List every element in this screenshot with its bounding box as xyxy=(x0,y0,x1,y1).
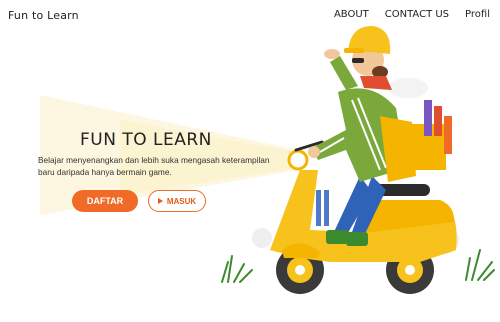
landing-page: Fun to Learn ABOUT CONTACT US Profil FUN… xyxy=(0,0,500,322)
play-icon xyxy=(157,198,163,204)
hero-title: FUN TO LEARN xyxy=(80,130,212,150)
hero-description: Belajar menyenangkan dan lebih suka meng… xyxy=(38,155,270,177)
nav-link-contact-us[interactable]: CONTACT US xyxy=(385,9,449,20)
hero-actions: DAFTAR MASUK xyxy=(72,190,288,212)
masuk-button[interactable]: MASUK xyxy=(148,190,206,212)
nav-link-about[interactable]: ABOUT xyxy=(334,9,369,20)
nav-link-profil[interactable]: Profil xyxy=(465,9,490,20)
hero-section: FUN TO LEARN Belajar menyenangkan dan le… xyxy=(38,130,288,212)
brand-logo[interactable]: Fun to Learn xyxy=(8,9,79,22)
masuk-button-label: MASUK xyxy=(166,196,197,206)
daftar-button[interactable]: DAFTAR xyxy=(72,190,138,212)
top-nav: ABOUT CONTACT US Profil xyxy=(334,9,490,20)
